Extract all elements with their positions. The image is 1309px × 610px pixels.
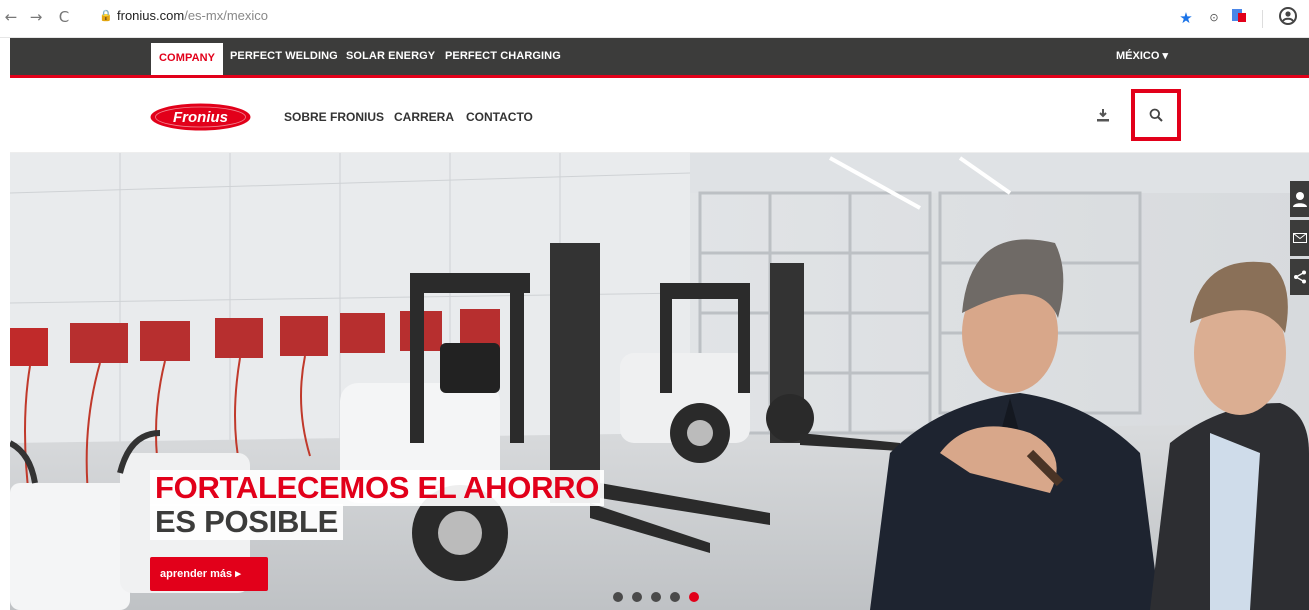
nav-carrera[interactable]: CARRERA — [394, 81, 454, 153]
country-selector[interactable]: MÉXICO ▾ — [1116, 38, 1168, 75]
address-bar[interactable]: fronius.com/es-mx/mexico — [117, 8, 268, 23]
forward-icon[interactable]: → — [27, 7, 45, 27]
download-icon[interactable] — [1090, 100, 1116, 130]
url-path: /es-mx/mexico — [184, 8, 268, 23]
nav-contacto[interactable]: CONTACTO — [466, 81, 533, 153]
slider-dot[interactable] — [632, 592, 642, 602]
search-button[interactable] — [1131, 89, 1181, 141]
star-icon[interactable]: ★ — [1175, 7, 1197, 29]
topnav-perfect-welding[interactable]: PERFECT WELDING — [222, 38, 346, 75]
back-icon[interactable]: ← — [2, 7, 20, 27]
slider-dot[interactable] — [670, 592, 680, 602]
url-domain: fronius.com — [117, 8, 185, 23]
logo-text: Fronius — [173, 109, 228, 126]
slider-pagination — [613, 592, 699, 602]
extension-icon[interactable] — [1228, 7, 1250, 29]
nav-sobre-fronius[interactable]: SOBRE FRONIUS — [284, 81, 384, 153]
contact-person-icon[interactable] — [1290, 181, 1309, 217]
learn-more-button[interactable]: aprender más ▸ — [150, 557, 268, 591]
lock-icon: 🔒 — [99, 9, 113, 22]
topnav-perfect-charging[interactable]: PERFECT CHARGING — [437, 38, 569, 75]
slider-dot[interactable] — [689, 592, 699, 602]
search-icon — [1149, 108, 1163, 122]
topnav-solar-energy[interactable]: SOLAR ENERGY — [338, 38, 443, 75]
browser-toolbar: ← → C 🔒 fronius.com/es-mx/mexico ★ ⊙ — [0, 0, 1309, 38]
top-navigation: COMPANY PERFECT WELDING SOLAR ENERGY PER… — [10, 38, 1309, 78]
profile-icon[interactable] — [1277, 7, 1299, 29]
extension-icon[interactable]: ⊙ — [1203, 7, 1225, 29]
hero-banner — [10, 153, 1309, 610]
topnav-company[interactable]: COMPANY — [151, 43, 224, 75]
side-action-tabs — [1290, 181, 1309, 298]
slider-dot[interactable] — [651, 592, 661, 602]
share-icon[interactable] — [1290, 259, 1309, 295]
hero-headline-line2: ES POSIBLE — [150, 504, 344, 540]
slider-dot[interactable] — [613, 592, 623, 602]
fronius-logo[interactable]: Fronius — [150, 103, 251, 131]
page-left-margin — [0, 38, 10, 610]
site-header: Fronius SOBRE FRONIUS CARRERA CONTACTO — [10, 81, 1309, 153]
reload-icon[interactable]: C — [55, 7, 73, 27]
hero-image — [10, 153, 1309, 610]
mail-icon[interactable] — [1290, 220, 1309, 256]
toolbar-divider — [1262, 10, 1263, 28]
hero-headline-line1: FORTALECEMOS EL AHORRO — [150, 470, 605, 506]
